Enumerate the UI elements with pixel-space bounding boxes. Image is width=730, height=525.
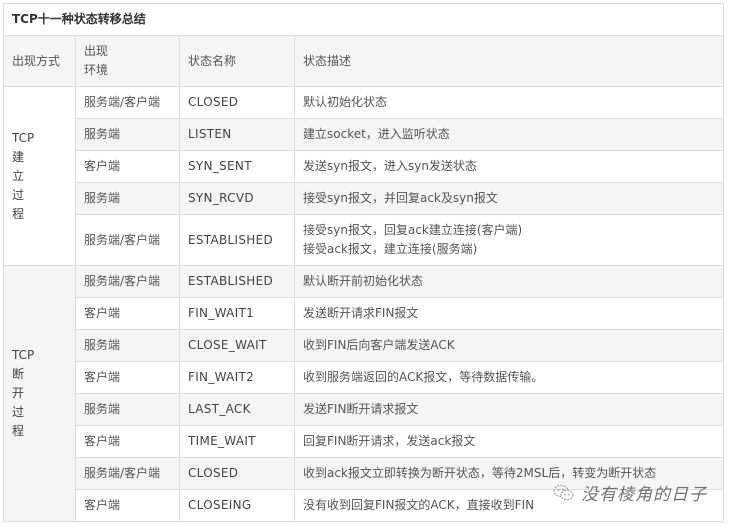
state-desc-line: 接受syn报文，回复ack建立连接(客户端) xyxy=(303,223,523,237)
environment-cell: 客户端 xyxy=(75,425,180,458)
state-desc-cell: 接受syn报文，并回复ack及syn报文 xyxy=(294,182,724,215)
table-title: TCP十一种状态转移总结 xyxy=(3,3,724,36)
table-row: 服务端 LISTEN 建立socket，进入监听状态 xyxy=(4,118,724,151)
state-desc-cell: 收到服务端返回的ACK报文，等待数据传输。 xyxy=(294,361,724,394)
table-row: 客户端 FIN_WAIT2 收到服务端返回的ACK报文，等待数据传输。 xyxy=(4,361,724,394)
watermark: 没有棱角的日子 xyxy=(553,480,707,505)
phase-label-cell: TCP 断开过程 xyxy=(3,265,76,522)
state-desc-line: 接受syn报文，并回复ack及syn报文 xyxy=(303,191,498,205)
wechat-icon xyxy=(553,484,575,502)
state-desc-line: 接受ack报文，建立连接(服务端) xyxy=(303,242,478,256)
state-name-cell: LAST_ACK xyxy=(179,393,295,426)
environment-cell: 客户端 xyxy=(75,297,180,330)
state-name-cell: ESTABLISHED xyxy=(179,214,295,266)
state-desc-cell: 默认断开前初始化状态 xyxy=(294,265,724,298)
environment-cell: 服务端/客户端 xyxy=(75,265,180,298)
phase-label-line: 立 xyxy=(12,168,25,183)
environment-cell: 客户端 xyxy=(75,489,180,522)
state-desc-line: 默认初始化状态 xyxy=(303,95,388,109)
table-row: 服务端 SYN_RCVD 接受syn报文，并回复ack及syn报文 xyxy=(4,182,724,215)
phase-label-line: 断 xyxy=(12,367,25,381)
environment-cell: 服务端/客户端 xyxy=(75,457,180,490)
state-name-cell: SYN_RCVD xyxy=(179,182,295,215)
environment-cell: 服务端 xyxy=(75,118,180,151)
environment-cell: 客户端 xyxy=(75,150,180,183)
state-desc-line: 默认断开前初始化状态 xyxy=(303,274,424,288)
environment-cell: 服务端 xyxy=(75,182,180,215)
state-desc-line: 发送syn报文，进入syn发送状态 xyxy=(303,159,477,173)
phase-label-line: 建 xyxy=(12,149,25,164)
state-table-container: TCP十一种状态转移总结 出现方式 出现 环境 状态名称 状态描述 TCP 建立过… xyxy=(3,3,724,522)
header-environment-line2: 环境 xyxy=(84,63,109,77)
environment-cell: 客户端 xyxy=(75,361,180,394)
state-name-cell: CLOSE_WAIT xyxy=(179,329,295,362)
state-name-cell: CLOSEING xyxy=(179,489,295,522)
watermark-text: 没有棱角的日子 xyxy=(581,485,707,505)
state-desc-cell: 发送syn报文，进入syn发送状态 xyxy=(294,150,724,183)
phase-label-line: 开 xyxy=(12,386,25,400)
phase-label-line: TCP xyxy=(12,130,35,145)
state-name-cell: SYN_SENT xyxy=(179,150,295,183)
state-desc-line: 回复FIN断开请求，发送ack报文 xyxy=(303,434,476,448)
state-desc-cell: 发送FIN断开请求报文 xyxy=(294,393,724,426)
environment-cell: 服务端/客户端 xyxy=(75,86,180,119)
header-environment: 出现 环境 xyxy=(75,35,180,87)
state-name-cell: LISTEN xyxy=(179,118,295,151)
state-desc-line: 收到FIN后向客户端发送ACK xyxy=(303,338,455,352)
table-row: TCP 建立过程服务端/客户端 CLOSED 默认初始化状态 xyxy=(3,86,724,266)
phase-label-line: 过 xyxy=(12,187,25,202)
table-row: 服务端 LAST_ACK 发送FIN断开请求报文 xyxy=(4,393,724,426)
state-desc-cell: 建立socket，进入监听状态 xyxy=(294,118,724,151)
state-name-cell: FIN_WAIT2 xyxy=(179,361,295,394)
header-state-desc: 状态描述 xyxy=(294,35,724,87)
header-state-name: 状态名称 xyxy=(179,35,295,87)
header-environment-line1: 出现 xyxy=(84,44,109,58)
environment-cell: 服务端/客户端 xyxy=(75,214,180,266)
phase-label-line: 过 xyxy=(12,405,25,419)
state-desc-cell: 收到FIN后向客户端发送ACK xyxy=(294,329,724,362)
table-row: 服务端 CLOSE_WAIT 收到FIN后向客户端发送ACK xyxy=(4,329,724,362)
state-name-cell: ESTABLISHED xyxy=(179,265,295,298)
state-desc-cell: 发送断开请求FIN报文 xyxy=(294,297,724,330)
phase-label-line: 程 xyxy=(12,206,25,221)
environment-cell: 服务端 xyxy=(75,393,180,426)
state-desc-line: 发送断开请求FIN报文 xyxy=(303,306,419,320)
table-row: 客户端 TIME_WAIT 回复FIN断开请求，发送ack报文 xyxy=(4,425,724,458)
header-method: 出现方式 xyxy=(3,35,76,87)
state-name-cell: FIN_WAIT1 xyxy=(179,297,295,330)
phase-label-cell: TCP 建立过程 xyxy=(3,86,76,266)
state-desc-cell: 接受syn报文，回复ack建立连接(客户端) 接受ack报文，建立连接(服务端) xyxy=(294,214,724,266)
state-desc-line: 建立socket，进入监听状态 xyxy=(303,127,450,141)
state-desc-cell: 回复FIN断开请求，发送ack报文 xyxy=(294,425,724,458)
state-desc-cell: 默认初始化状态 xyxy=(294,86,724,119)
state-name-cell: CLOSED xyxy=(179,86,295,119)
table-row: TCP 断开过程服务端/客户端 ESTABLISHED 默认断开前初始化状态 xyxy=(3,265,724,522)
tcp-state-table: TCP十一种状态转移总结 出现方式 出现 环境 状态名称 状态描述 TCP 建立过… xyxy=(3,3,724,522)
state-desc-line: 发送FIN断开请求报文 xyxy=(303,402,419,416)
table-row: 客户端 FIN_WAIT1 发送断开请求FIN报文 xyxy=(4,297,724,330)
table-row: 客户端 SYN_SENT 发送syn报文，进入syn发送状态 xyxy=(4,150,724,183)
environment-cell: 服务端 xyxy=(75,329,180,362)
table-row: 服务端/客户端 ESTABLISHED 接受syn报文，回复ack建立连接(客户端)… xyxy=(4,214,724,266)
phase-label-line: 程 xyxy=(12,424,25,438)
table-header-row: 出现方式 出现 环境 状态名称 状态描述 xyxy=(3,35,724,87)
state-name-cell: CLOSED xyxy=(179,457,295,490)
state-desc-line: 收到服务端返回的ACK报文，等待数据传输。 xyxy=(303,370,544,384)
state-name-cell: TIME_WAIT xyxy=(179,425,295,458)
table-title-row: TCP十一种状态转移总结 xyxy=(3,3,724,36)
phase-label-line: TCP xyxy=(12,348,35,362)
